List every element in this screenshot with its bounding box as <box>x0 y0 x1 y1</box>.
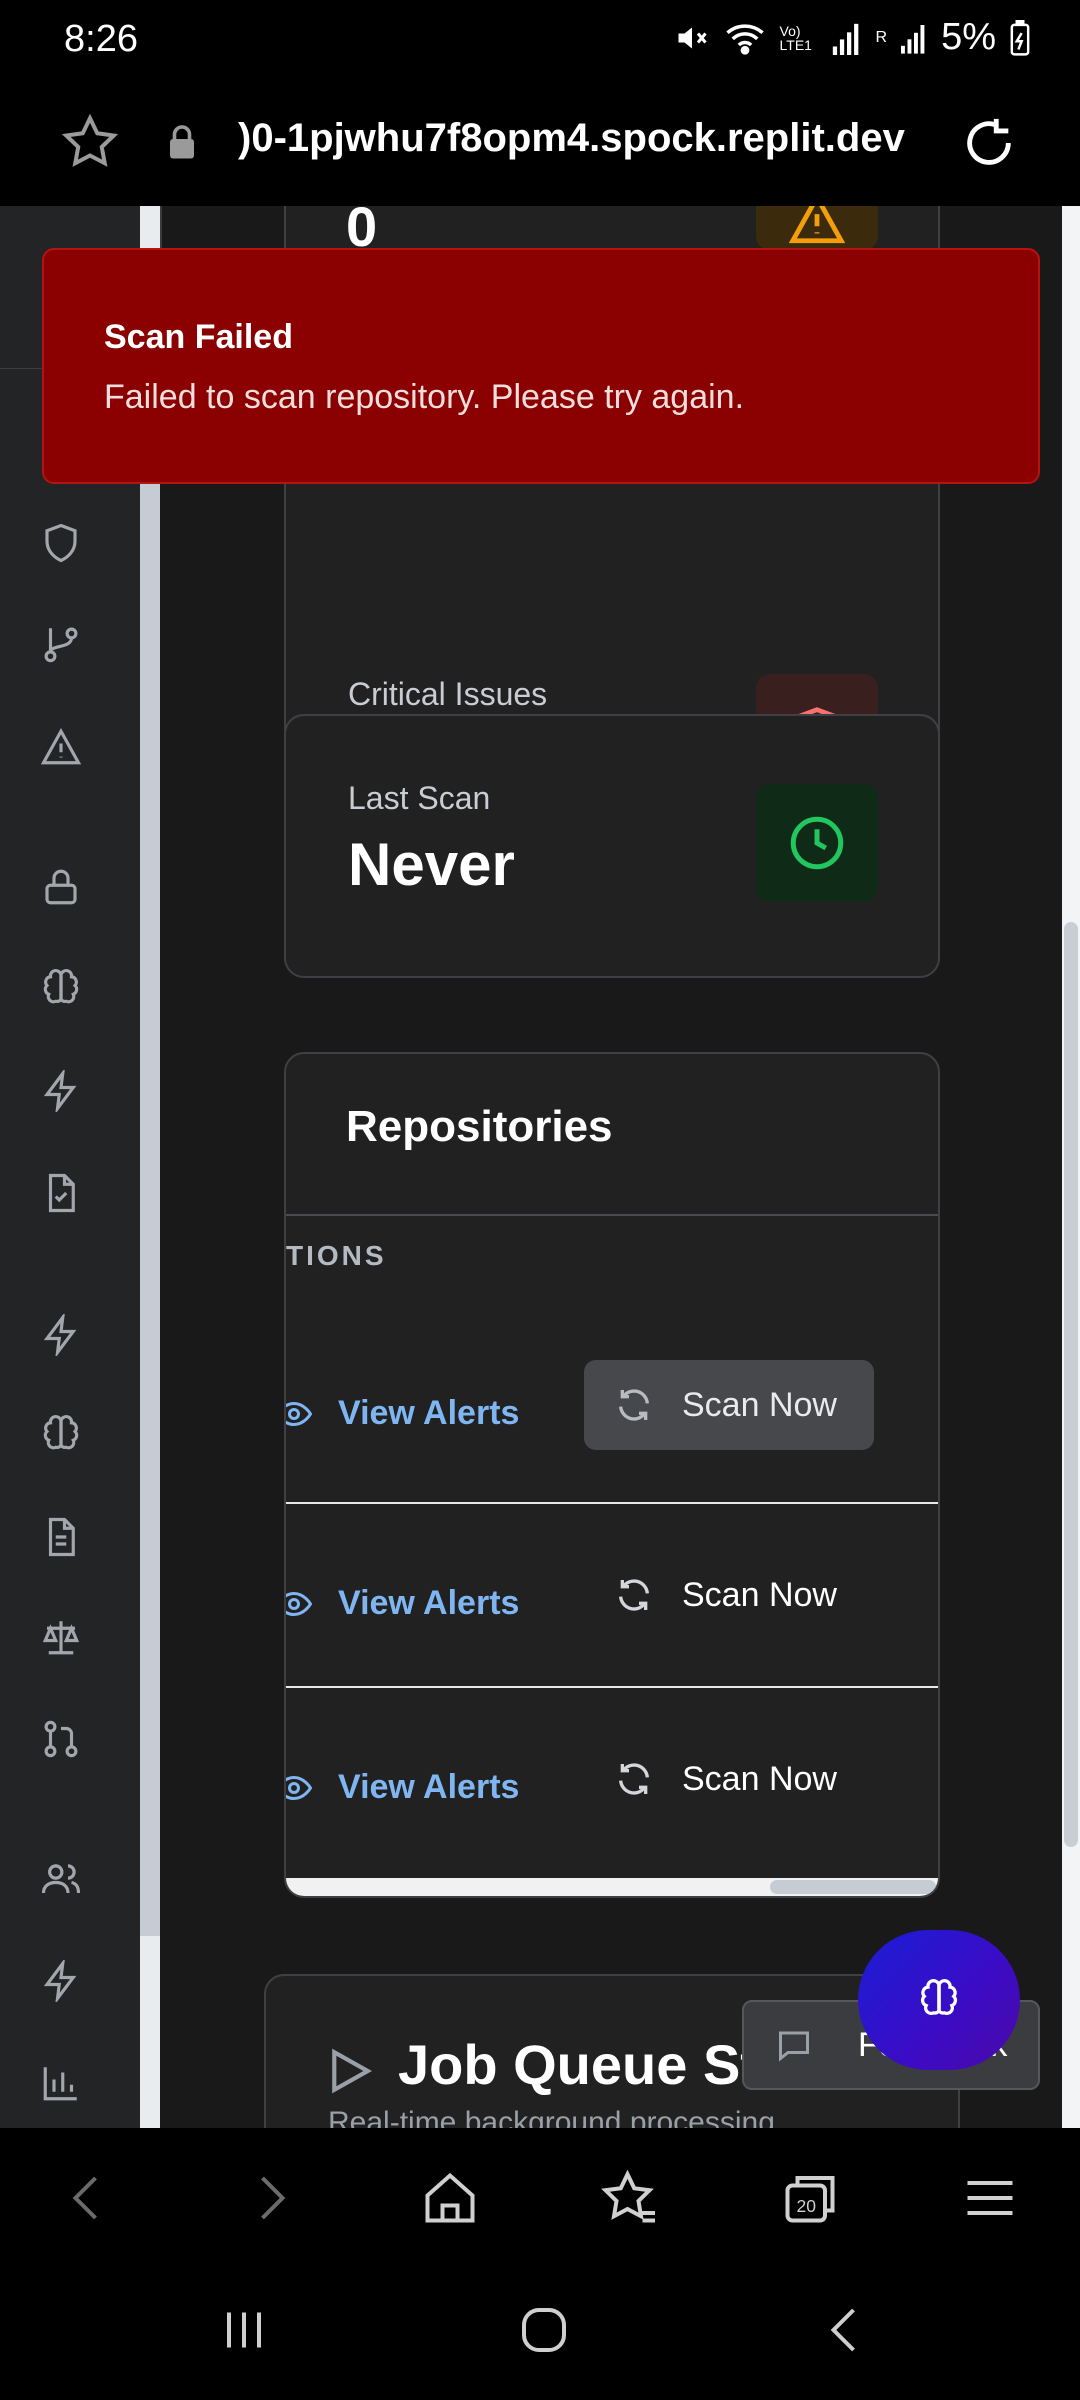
bookmark-star-icon[interactable] <box>60 112 120 172</box>
battery-percent: 5% <box>941 16 996 58</box>
message-square-icon <box>779 2031 809 2062</box>
svg-text:20: 20 <box>797 2196 817 2216</box>
repositories-title: Repositories <box>346 1102 613 1151</box>
ai-assistant-fab[interactable] <box>858 1930 1020 2070</box>
mute-icon <box>678 27 707 48</box>
scan-now-button[interactable]: Scan Now <box>584 1550 874 1640</box>
git-branch-icon[interactable] <box>40 623 82 665</box>
view-alerts-link[interactable]: View Alerts <box>286 1394 520 1433</box>
sim2-label: R <box>875 28 888 46</box>
clock-icon <box>790 816 844 870</box>
wifi-icon <box>725 23 764 55</box>
signal-icon <box>832 23 858 55</box>
sidebar-scrollbar-thumb[interactable] <box>140 456 160 1936</box>
status-icons: Vo) LTE1 R 5% <box>674 16 1030 59</box>
lock-icon[interactable] <box>40 866 82 908</box>
back-icon[interactable] <box>58 2168 118 2228</box>
network-label: Vo) LTE1 <box>779 22 812 53</box>
toast-message: Failed to scan repository. Please try ag… <box>104 378 745 416</box>
users-icon[interactable] <box>40 1858 82 1900</box>
tabs-icon[interactable]: 20 <box>780 2168 840 2228</box>
job-queue-subtitle: Real-time background processing <box>328 2106 775 2128</box>
signal-2-icon <box>901 24 925 54</box>
file-check-icon[interactable] <box>40 1172 82 1214</box>
home-button-icon[interactable] <box>514 2300 574 2360</box>
last-scan-label: Last Scan <box>348 780 491 816</box>
refresh-icon <box>619 1579 649 1611</box>
reload-icon[interactable] <box>960 114 1018 172</box>
row-divider <box>286 1686 938 1688</box>
browser-toolbar: 20 <box>0 2128 1080 2268</box>
zap-icon[interactable] <box>40 1314 82 1356</box>
brain-icon[interactable] <box>40 1414 82 1456</box>
menu-icon[interactable] <box>960 2168 1020 2228</box>
repositories-card: Repositories TIONS View Alerts Scan Now … <box>284 1052 940 1898</box>
view-alerts-link[interactable]: View Alerts <box>286 1768 520 1807</box>
shield-icon[interactable] <box>40 522 82 564</box>
view-alerts-link[interactable]: View Alerts <box>286 1584 520 1623</box>
row-divider <box>286 1502 938 1504</box>
eye-icon <box>286 1591 312 1616</box>
battery-icon <box>1010 19 1030 56</box>
error-toast: Scan Failed Failed to scan repository. P… <box>42 248 1040 484</box>
zap-icon[interactable] <box>40 1960 82 2002</box>
alert-triangle-icon <box>788 206 846 244</box>
eye-icon <box>286 1775 312 1800</box>
git-pull-request-icon[interactable] <box>40 1718 82 1760</box>
column-header-actions: TIONS <box>286 1240 387 1271</box>
repositories-header-divider <box>286 1214 938 1216</box>
web-content: 0 0 Critical Issues 0 Last Scan Never Re… <box>0 206 1080 2128</box>
page-scrollbar-thumb[interactable] <box>1064 922 1078 1847</box>
status-bar: 8:26 Vo) LTE1 R 5% <box>0 0 1080 80</box>
system-navigation-bar <box>0 2268 1080 2400</box>
alert-triangle-icon[interactable] <box>40 726 82 768</box>
play-icon <box>332 2048 372 2094</box>
clock-icon-box <box>756 784 878 902</box>
table-scrollbar-thumb[interactable] <box>770 1880 936 1894</box>
brain-icon <box>920 1979 958 2015</box>
view-alerts-label: View Alerts <box>338 1584 520 1622</box>
bookmarks-icon[interactable] <box>600 2168 660 2228</box>
refresh-icon <box>619 1763 649 1795</box>
bar-chart-icon[interactable] <box>40 2062 82 2104</box>
file-text-icon[interactable] <box>40 1516 82 1558</box>
status-time: 8:26 <box>64 18 138 60</box>
sidebar <box>0 206 140 2128</box>
lock-icon[interactable] <box>166 124 198 160</box>
eye-icon <box>286 1401 312 1426</box>
home-icon[interactable] <box>420 2168 480 2228</box>
critical-label: Critical Issues <box>348 676 548 712</box>
view-alerts-label: View Alerts <box>338 1768 520 1806</box>
forward-icon[interactable] <box>240 2168 300 2228</box>
url-text[interactable]: )0-1pjwhu7f8opm4.spock.replit.dev <box>238 116 928 161</box>
browser-url-bar: )0-1pjwhu7f8opm4.spock.replit.dev <box>0 80 1080 206</box>
scan-now-button[interactable]: Scan Now <box>584 1360 874 1450</box>
stat-card-last-scan: Last Scan Never <box>284 714 940 978</box>
recent-apps-icon[interactable] <box>214 2300 274 2360</box>
toast-title: Scan Failed <box>104 318 293 356</box>
warning-icon-box <box>756 206 878 250</box>
scale-icon[interactable] <box>40 1616 82 1658</box>
scan-now-label: Scan Now <box>682 1759 837 1798</box>
scan-now-label: Scan Now <box>682 1385 837 1424</box>
view-alerts-label: View Alerts <box>338 1394 520 1432</box>
back-button-icon[interactable] <box>816 2300 876 2360</box>
brain-icon[interactable] <box>40 968 82 1010</box>
zap-icon[interactable] <box>40 1070 82 1112</box>
scan-now-label: Scan Now <box>682 1575 837 1614</box>
refresh-icon <box>619 1389 649 1421</box>
scan-now-button[interactable]: Scan Now <box>584 1734 874 1824</box>
last-scan-value: Never <box>348 831 515 898</box>
